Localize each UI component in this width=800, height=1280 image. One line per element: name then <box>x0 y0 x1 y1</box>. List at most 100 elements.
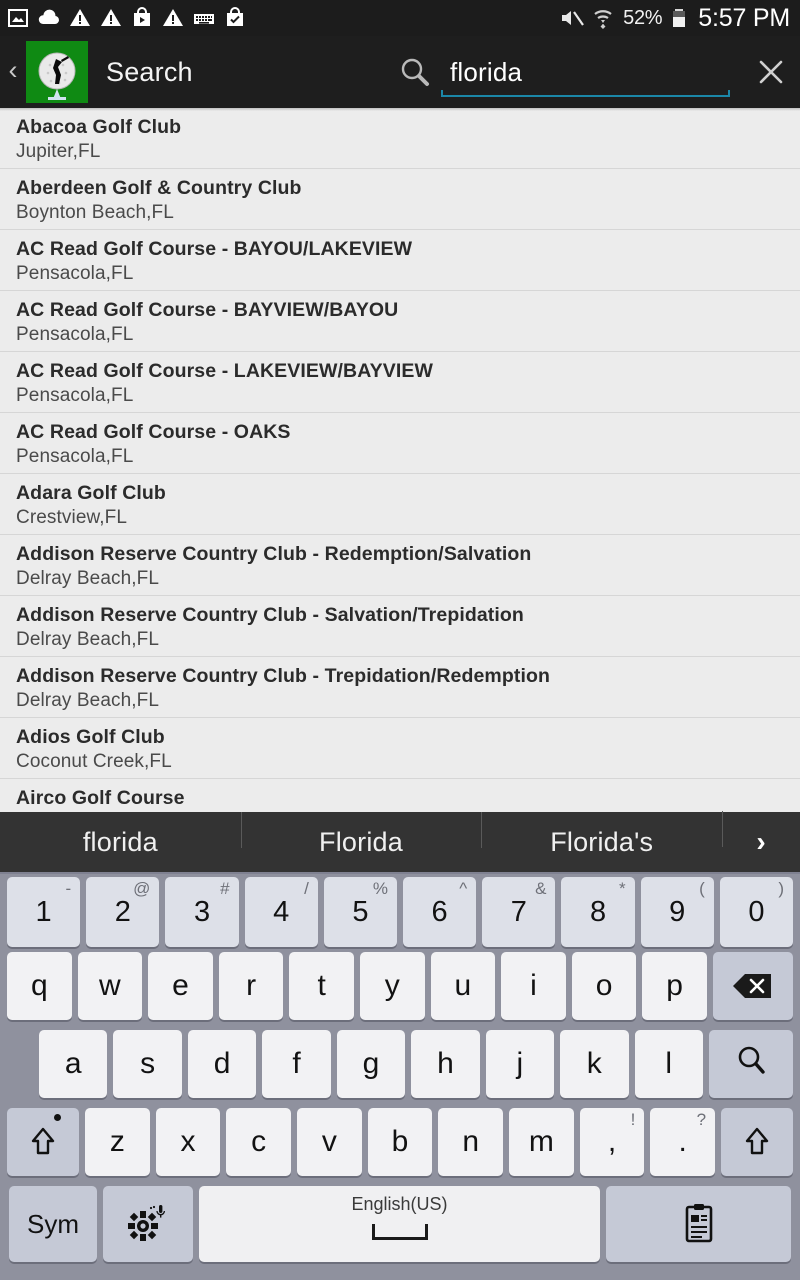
list-item[interactable]: Airco Golf Course <box>0 779 800 812</box>
mute-icon <box>559 6 585 30</box>
backspace-icon[interactable] <box>712 952 793 1020</box>
key-s[interactable]: s <box>113 1030 182 1098</box>
keyboard-icon <box>192 6 216 30</box>
status-system-icons: 52% 5:57 PM <box>559 4 790 33</box>
key-p[interactable]: p <box>642 952 707 1020</box>
suggestion-item[interactable]: Florida's <box>481 811 722 858</box>
search-input[interactable] <box>438 56 736 88</box>
shift-up-arrow-icon[interactable] <box>7 1108 79 1176</box>
course-name: Addison Reserve Country Club - Redemptio… <box>16 543 532 565</box>
list-item[interactable]: Addison Reserve Country Club - Salvation… <box>0 596 800 657</box>
key-label: b <box>391 1125 409 1158</box>
list-item[interactable]: Abacoa Golf Club Jupiter,FL <box>0 108 800 169</box>
key-o[interactable]: o <box>571 952 637 1020</box>
key-1[interactable]: - 1 <box>7 877 81 947</box>
keyboard-row-a: a s d f g h j k l <box>0 1028 800 1106</box>
key-5[interactable]: % 5 <box>323 877 398 947</box>
course-name: Adios Golf Club <box>16 726 165 748</box>
back-button[interactable]: ‹ <box>0 57 26 87</box>
space-bracket-glyph <box>371 1224 428 1240</box>
key-alt-label: / <box>304 879 309 898</box>
search-field[interactable] <box>438 36 736 108</box>
symbols-key[interactable]: Sym <box>9 1186 97 1262</box>
shift-indicator-dot <box>54 1114 61 1121</box>
suggestion-item[interactable]: florida <box>0 827 241 858</box>
key-4[interactable]: / 4 <box>244 877 318 947</box>
suggestion-item[interactable]: Florida <box>240 811 482 858</box>
key-label: 9 <box>669 895 686 928</box>
clipboard-icon[interactable] <box>606 1186 791 1262</box>
key-7[interactable]: & 7 <box>482 877 556 947</box>
warning-icon <box>99 6 123 30</box>
search-icon <box>734 1043 768 1085</box>
key-c[interactable]: c <box>226 1108 292 1176</box>
key-3[interactable]: # 3 <box>165 877 239 947</box>
course-name: Addison Reserve Country Club - Trepidati… <box>16 665 551 687</box>
key-i[interactable]: i <box>501 952 566 1020</box>
key-v[interactable]: v <box>297 1108 362 1176</box>
key-6[interactable]: ^ 6 <box>403 877 477 947</box>
key-f[interactable]: f <box>262 1030 331 1098</box>
course-name: AC Read Golf Course - BAYOU/LAKEVIEW <box>16 238 413 260</box>
list-item[interactable]: AC Read Golf Course - OAKS Pensacola,FL <box>0 413 800 474</box>
shift-up-arrow-icon[interactable] <box>721 1108 794 1176</box>
list-item[interactable]: AC Read Golf Course - BAYVIEW/BAYOU Pens… <box>0 291 800 352</box>
list-item[interactable]: Addison Reserve Country Club - Trepidati… <box>0 657 800 718</box>
key-g[interactable]: g <box>336 1030 406 1098</box>
course-name: AC Read Golf Course - BAYVIEW/BAYOU <box>16 299 399 321</box>
gear-mic-icon[interactable] <box>103 1186 193 1262</box>
key-label: x <box>180 1125 196 1158</box>
list-item[interactable]: Adios Golf Club Coconut Creek,FL <box>0 718 800 779</box>
key-n[interactable]: n <box>438 1108 504 1176</box>
key-2[interactable]: @ 2 <box>86 877 160 947</box>
close-icon[interactable] <box>742 36 800 108</box>
key-t[interactable]: t <box>289 952 354 1020</box>
key-k[interactable]: k <box>560 1030 629 1098</box>
key-z[interactable]: z <box>85 1108 150 1176</box>
list-item[interactable]: Aberdeen Golf & Country Club Boynton Bea… <box>0 169 800 230</box>
course-location: Delray Beach,FL <box>16 568 160 589</box>
list-item[interactable]: Addison Reserve Country Club - Redemptio… <box>0 535 800 596</box>
battery-icon <box>670 6 688 30</box>
list-item[interactable]: AC Read Golf Course - LAKEVIEW/BAYVIEW P… <box>0 352 800 413</box>
key-alt-label: & <box>535 879 547 898</box>
key-y[interactable]: y <box>359 952 425 1020</box>
key-8[interactable]: * 8 <box>561 877 635 947</box>
key-j[interactable]: j <box>485 1030 555 1098</box>
wifi-icon <box>591 6 615 30</box>
key-q[interactable]: q <box>7 952 72 1020</box>
space-language-label: English(US) <box>351 1194 448 1214</box>
key-comma[interactable]: ! , <box>579 1108 645 1176</box>
key-h[interactable]: h <box>411 1030 480 1098</box>
key-l[interactable]: l <box>634 1030 703 1098</box>
action-bar: ‹ Search <box>0 36 800 108</box>
list-item[interactable]: AC Read Golf Course - BAYOU/LAKEVIEW Pen… <box>0 230 800 291</box>
course-location: Delray Beach,FL <box>16 690 160 711</box>
key-u[interactable]: u <box>430 952 496 1020</box>
key-period[interactable]: ? . <box>650 1108 716 1176</box>
key-b[interactable]: b <box>367 1108 433 1176</box>
course-name: Adara Golf Club <box>16 482 166 504</box>
key-9[interactable]: ( 9 <box>640 877 714 947</box>
key-w[interactable]: w <box>77 952 143 1020</box>
key-d[interactable]: d <box>187 1030 257 1098</box>
course-location: Pensacola,FL <box>16 263 134 284</box>
key-alt-label: - <box>65 879 72 898</box>
key-a[interactable]: a <box>39 1030 108 1098</box>
key-label: 4 <box>273 895 290 928</box>
more-suggestions-button[interactable]: › <box>722 811 800 858</box>
key-e[interactable]: e <box>148 952 213 1020</box>
space-key[interactable]: English(US) <box>199 1186 600 1262</box>
search-field-underline <box>441 90 730 97</box>
list-item[interactable]: Adara Golf Club Crestview,FL <box>0 474 800 535</box>
key-r[interactable]: r <box>218 952 284 1020</box>
key-0[interactable]: ) 0 <box>719 877 794 947</box>
search-results-list[interactable]: Abacoa Golf Club Jupiter,FL Aberdeen Gol… <box>0 108 800 812</box>
key-x[interactable]: x <box>155 1108 221 1176</box>
key-alt-label: ^ <box>459 879 468 898</box>
keyboard-row-numbers: - 1 @ 2 # 3 / 4 % 5 ^ 6 & 7 * 8 (9) 0 <box>0 874 800 950</box>
key-alt-label: ( <box>699 879 705 898</box>
search-enter-key[interactable] <box>708 1030 793 1098</box>
key-m[interactable]: m <box>509 1108 574 1176</box>
golf-ball-tee-icon <box>26 41 88 103</box>
